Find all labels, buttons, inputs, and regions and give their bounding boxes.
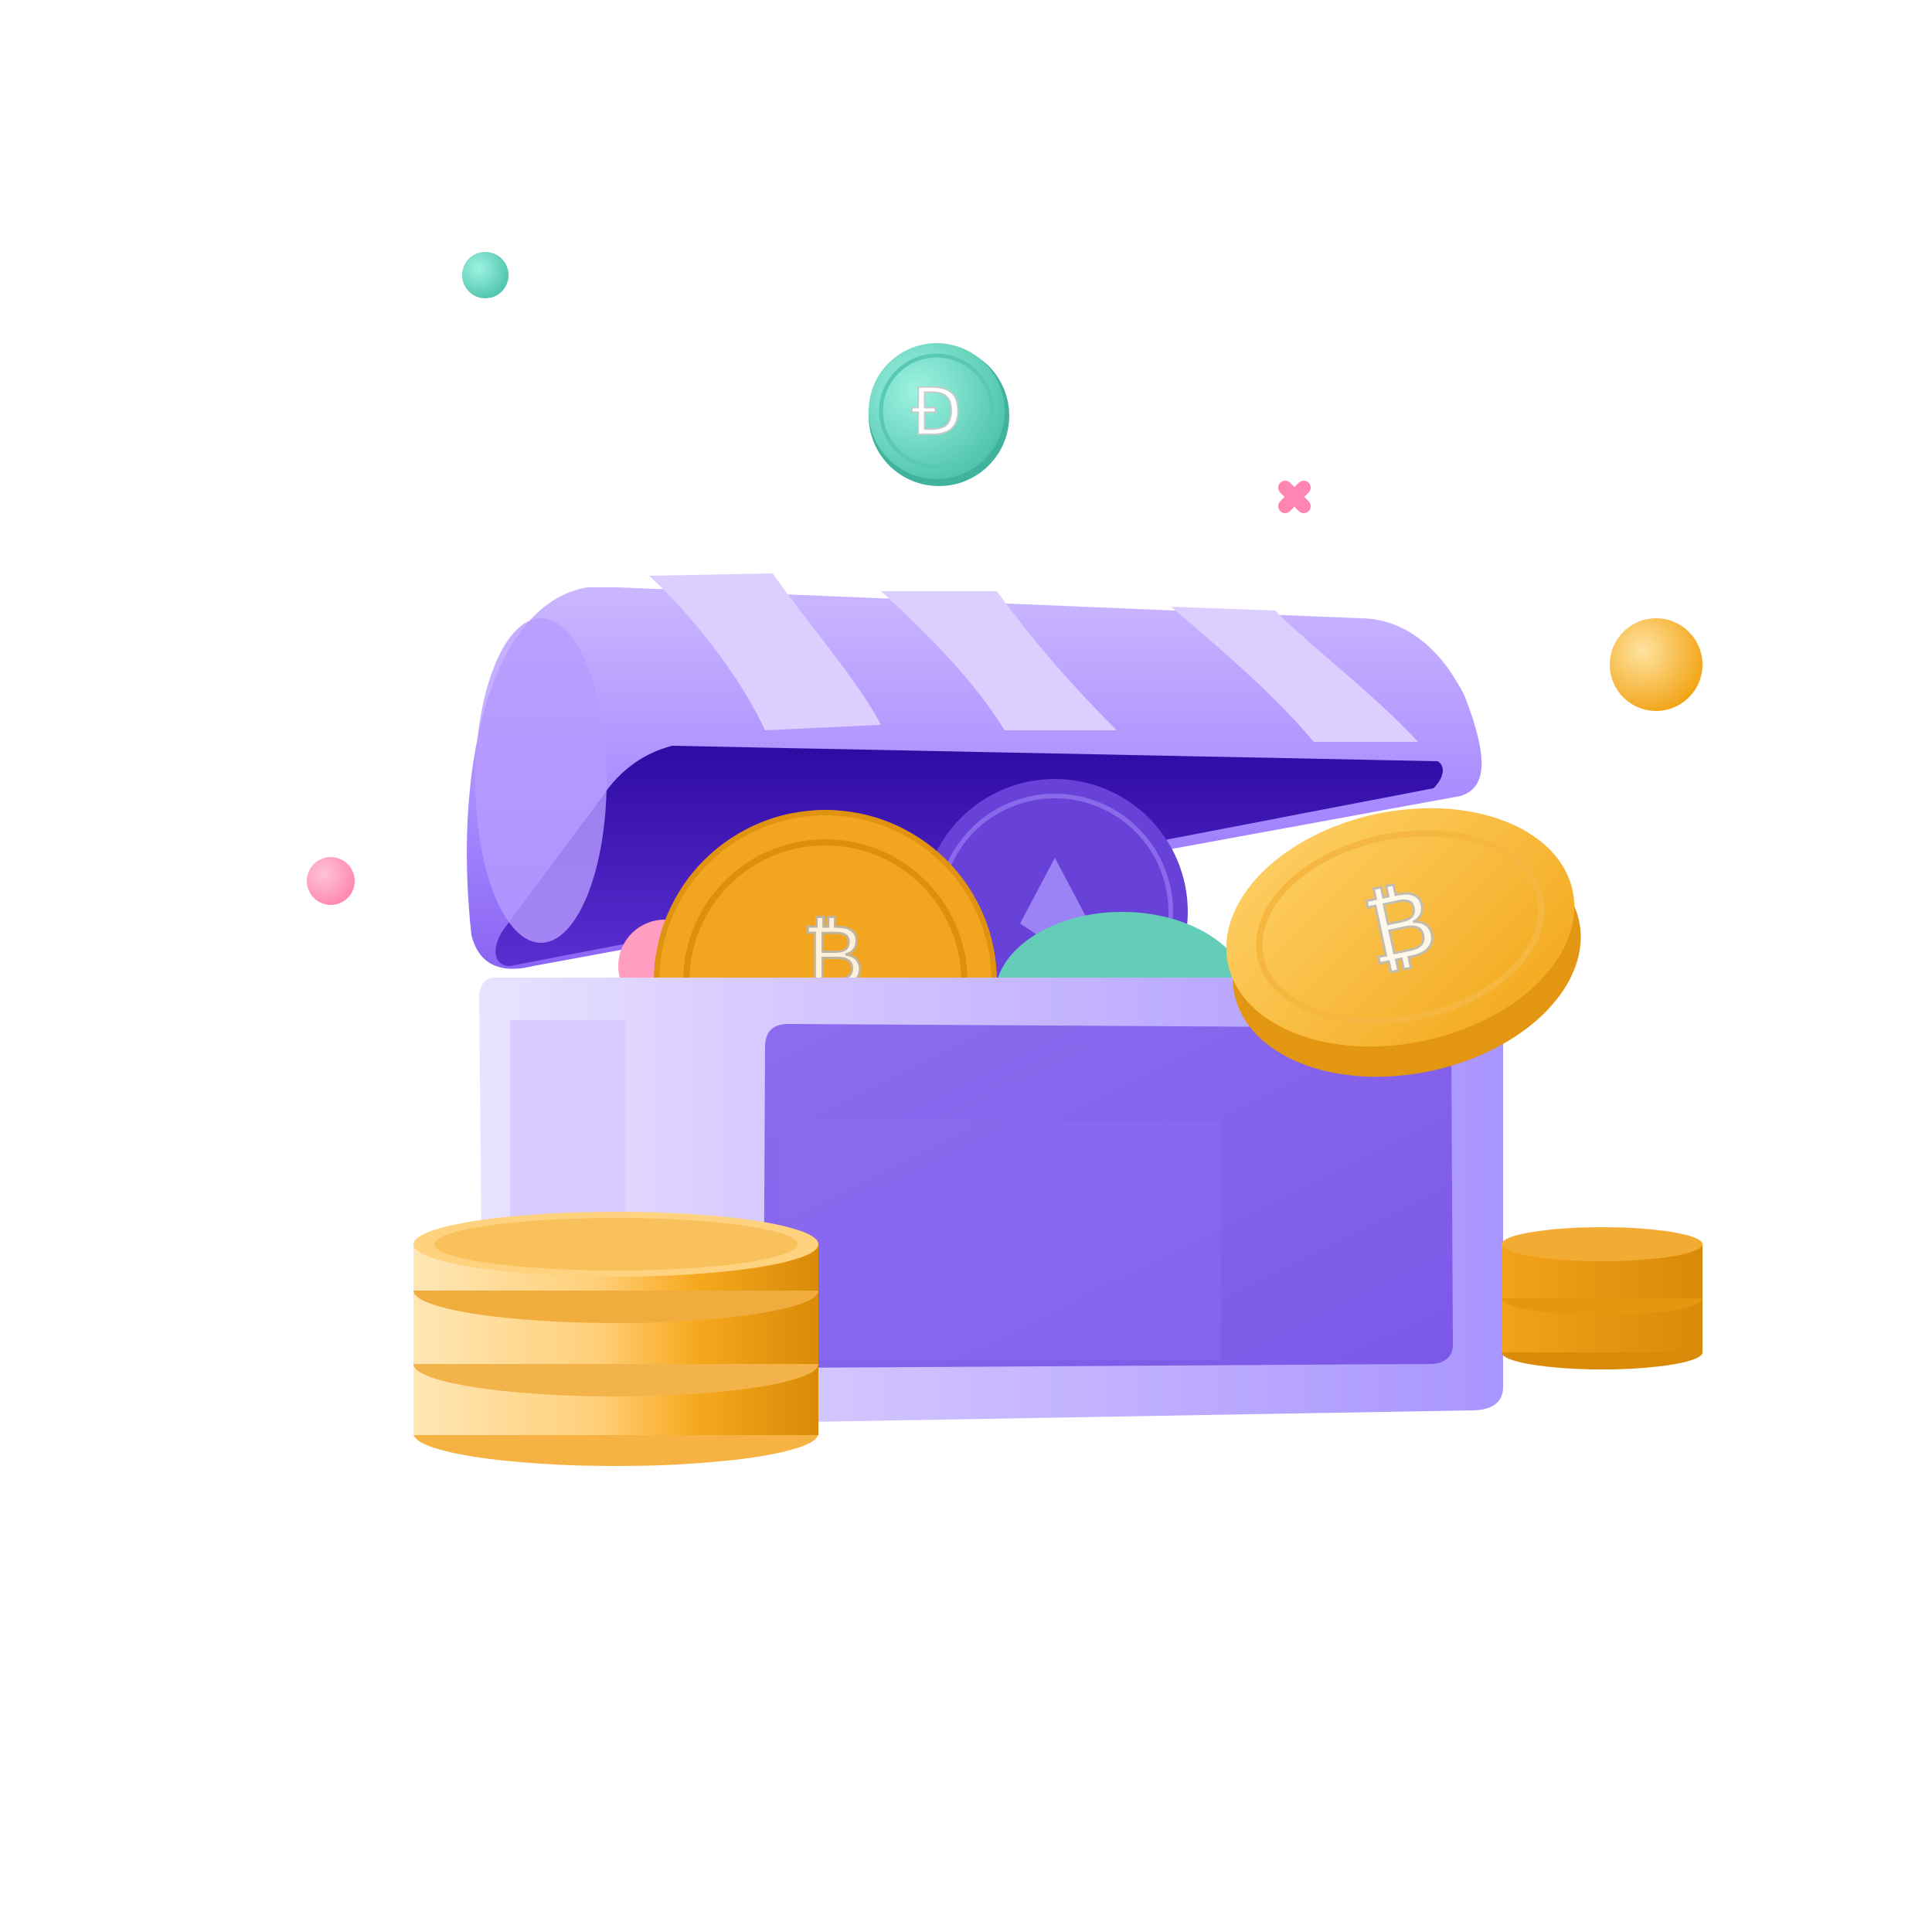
gold-particle <box>1610 618 1702 711</box>
teal-particle <box>462 252 509 298</box>
dash-coin: Đ <box>869 343 1009 486</box>
illustration-canvas: Đ ₿ ₿ <box>0 0 1932 1932</box>
pink-particle <box>307 857 355 905</box>
dash-symbol: Đ <box>911 374 961 450</box>
coin-stack-left <box>413 1212 818 1466</box>
pink-cross-icon <box>1277 480 1311 514</box>
coin-stack-right <box>1502 1227 1702 1369</box>
treasure-chest-scene: Đ ₿ ₿ <box>307 252 1702 1466</box>
